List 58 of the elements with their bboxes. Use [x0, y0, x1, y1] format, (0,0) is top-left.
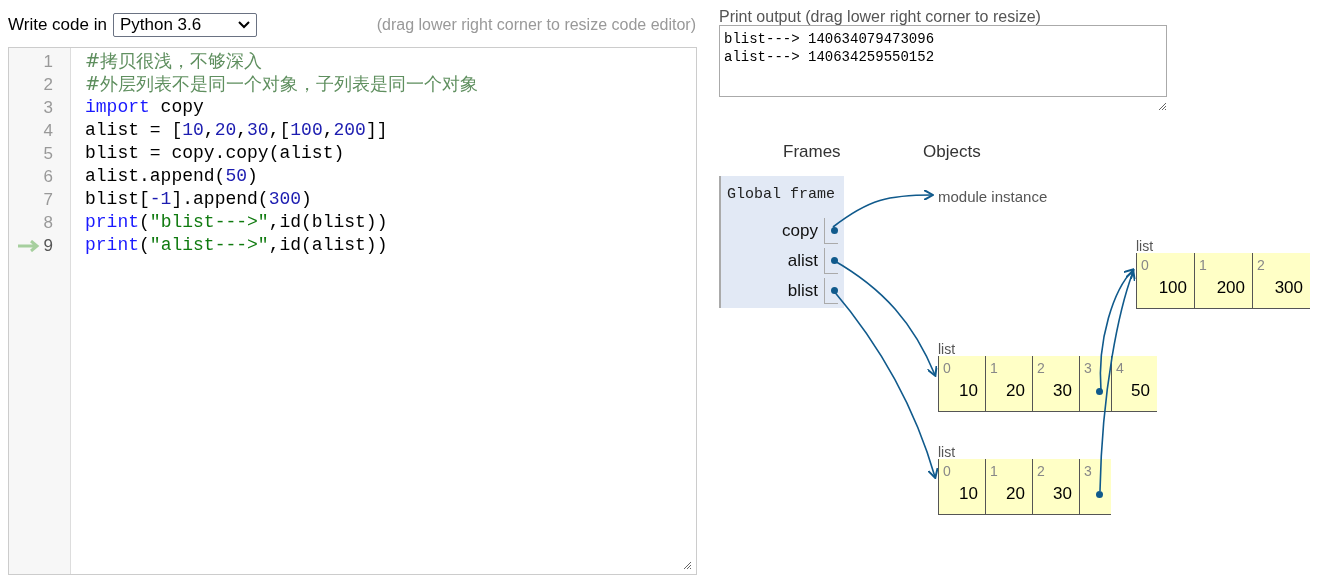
line-number: 9 [43, 234, 53, 257]
list-index: 1 [1199, 256, 1207, 275]
list-index: 3 [1084, 462, 1092, 481]
line-number: 6 [43, 165, 53, 188]
list-index: 1 [990, 359, 998, 378]
line-number: 8 [43, 211, 53, 234]
list-value: 10 [959, 379, 978, 402]
code-line: alist = [10,20,30,[100,200]] [84, 119, 388, 142]
language-select[interactable]: Python 3.6 [112, 13, 257, 37]
print-output: blist---> 140634079473096 alist---> 140634259550152 [719, 25, 1167, 97]
resize-grip-icon[interactable] [682, 560, 692, 570]
code-line: blist[-1].append(300) [84, 188, 312, 211]
editor-language-label: Write code in [8, 14, 107, 37]
chevron-down-icon [237, 21, 250, 29]
list-value: 200 [1216, 276, 1245, 299]
list-index: 2 [1037, 462, 1045, 481]
object-type-label: list [938, 445, 957, 459]
objects-heading: Objects [923, 141, 981, 163]
object-type-label: list [938, 342, 957, 356]
variable-name: blist [787, 280, 818, 303]
list-index: 0 [1141, 256, 1149, 275]
list-value: 300 [1274, 276, 1303, 299]
list-index: 3 [1084, 359, 1092, 378]
list-index: 2 [1257, 256, 1265, 275]
code-line: print("blist--->",id(blist)) [84, 211, 388, 234]
code-line: alist.append(50) [84, 165, 258, 188]
code-line: import copy [84, 96, 204, 119]
resize-hint: (drag lower right corner to resize code editor) [376, 15, 696, 35]
object-type-label: list [1136, 239, 1155, 253]
list-index: 0 [943, 359, 951, 378]
list-value: 10 [959, 482, 978, 505]
code-line: print("alist--->",id(alist)) [84, 234, 388, 257]
list-index: 2 [1037, 359, 1045, 378]
resize-grip-icon[interactable] [1157, 101, 1167, 111]
list-value: 50 [1131, 379, 1150, 402]
line-number: 2 [43, 73, 53, 96]
list-value: 30 [1053, 379, 1072, 402]
list-value: 30 [1053, 482, 1072, 505]
list-value: 100 [1158, 276, 1187, 299]
line-number: 3 [43, 96, 53, 119]
list-index: 0 [943, 462, 951, 481]
list-index: 1 [990, 462, 998, 481]
frame-title: Global frame [726, 185, 837, 205]
list-index: 4 [1116, 359, 1124, 378]
variable-name: alist [787, 250, 818, 273]
list-value: 20 [1006, 379, 1025, 402]
line-number: 7 [43, 188, 53, 211]
line-number: 4 [43, 119, 53, 142]
code-line: #拷贝很浅，不够深入 [84, 49, 263, 73]
code-line: #外层列表不是同一个对象，子列表是同一个对象 [84, 72, 479, 96]
line-number: 1 [43, 50, 53, 73]
module-instance-label: module instance [938, 187, 1048, 207]
variable-name: copy [782, 220, 818, 243]
output-label: Print output (drag lower right corner to resize) [719, 7, 1042, 25]
code-line: blist = copy.copy(alist) [84, 142, 345, 165]
list-value: 20 [1006, 482, 1025, 505]
line-number: 5 [43, 142, 53, 165]
frames-heading: Frames [783, 141, 841, 163]
